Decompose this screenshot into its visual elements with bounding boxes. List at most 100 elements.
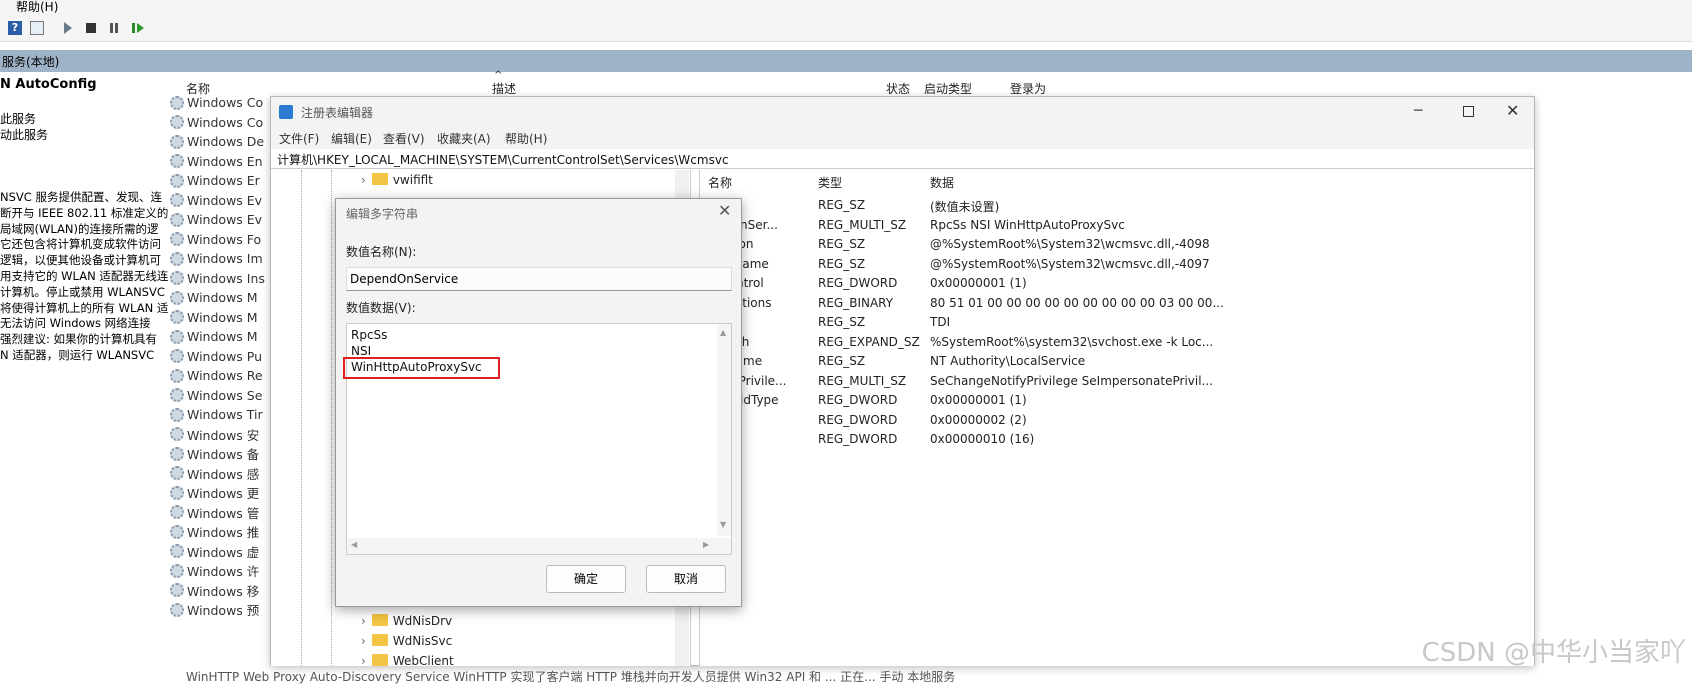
scroll-up-icon[interactable]: ▲ (720, 328, 726, 337)
maximize-icon[interactable] (1463, 106, 1474, 117)
service-row[interactable]: Windows 虚 (170, 542, 259, 561)
service-row[interactable]: Windows M (170, 327, 258, 346)
value-data: SeChangeNotifyPrivilege SeImpersonatePri… (930, 374, 1213, 388)
service-row[interactable]: Windows De (170, 132, 264, 151)
ok-button[interactable]: 确定 (546, 565, 626, 593)
scroll-left-icon[interactable]: ◀ (351, 540, 357, 549)
pause-icon[interactable] (110, 23, 113, 33)
service-row[interactable]: Windows Pu (170, 347, 262, 366)
value-data-textarea[interactable]: RpcSs NSI WinHttpAutoProxySvc ▲ ▼ ◀ ▶ (346, 323, 732, 555)
registry-value-row[interactable]: upREG_SZTDI (700, 312, 1535, 333)
service-row[interactable]: Windows 许 (170, 561, 259, 580)
service-row[interactable]: Windows 更 (170, 483, 259, 502)
service-row[interactable]: Windows M (170, 308, 258, 327)
scroll-right-icon[interactable]: ▶ (703, 540, 709, 549)
value-data: 0x00000001 (1) (930, 276, 1027, 290)
col-value-data[interactable]: 数据 (930, 174, 954, 191)
dialog-close-icon[interactable]: ✕ (718, 201, 731, 220)
service-row[interactable]: Windows Co (170, 93, 263, 112)
col-logon[interactable]: 登录为 (1010, 80, 1046, 97)
menu-help[interactable]: 帮助(H) (505, 130, 547, 147)
action-stop[interactable]: 此服务 (0, 110, 36, 127)
restart-icon[interactable] (137, 23, 144, 33)
registry-value-row[interactable]: ureActionsREG_BINARY80 51 01 00 00 00 00… (700, 293, 1535, 314)
service-row[interactable]: Windows M (170, 288, 258, 307)
menu-view[interactable]: 查看(V) (383, 130, 425, 147)
menu-favorites[interactable]: 收藏夹(A) (437, 130, 491, 147)
service-detail-pane: N AutoConfig 此服务 动此服务 NSVC 服务提供配置、发现、连断开… (0, 72, 168, 677)
menu-file[interactable]: 文件(F) (279, 130, 319, 147)
restart-bar-icon[interactable] (132, 23, 135, 33)
scroll-down-icon[interactable]: ▼ (720, 520, 726, 529)
address-bar[interactable]: 计算机\HKEY_LOCAL_MACHINE\SYSTEM\CurrentCon… (271, 149, 1534, 169)
service-row[interactable]: Windows Se (170, 386, 262, 405)
value-name-field[interactable]: DependOnService (346, 267, 732, 291)
registry-value-row[interactable]: tREG_DWORD0x00000002 (2) (700, 410, 1535, 431)
action-restart[interactable]: 动此服务 (0, 126, 48, 143)
col-value-name[interactable]: 名称 (708, 174, 732, 191)
registry-value-row[interactable]: criptionREG_SZ@%SystemRoot%\System32\wcm… (700, 234, 1535, 255)
service-row[interactable]: Windows En (170, 152, 263, 171)
service-row[interactable]: Windows 预 (170, 600, 259, 619)
gear-icon (170, 349, 184, 363)
gear-icon (170, 408, 184, 422)
registry-value-row[interactable]: 认)REG_SZ(数值未设置) (700, 195, 1535, 216)
description-line: NSVC 服务提供配置、发现、连 (0, 190, 168, 206)
close-icon[interactable]: ✕ (1506, 101, 1519, 120)
service-row[interactable]: Windows Er (170, 171, 260, 190)
vertical-scrollbar[interactable]: ▲ ▼ (717, 324, 731, 536)
menu-edit[interactable]: 编辑(E) (331, 130, 372, 147)
registry-value-row[interactable]: uiredPrivile...REG_MULTI_SZSeChangeNotif… (700, 371, 1535, 392)
cancel-button[interactable]: 取消 (646, 565, 726, 593)
service-row[interactable]: Windows Im (170, 249, 263, 268)
service-row[interactable]: Windows 备 (170, 444, 259, 463)
service-row[interactable]: Windows 推 (170, 522, 259, 541)
value-type: REG_BINARY (818, 296, 893, 310)
minimize-icon[interactable]: ─ (1414, 103, 1422, 119)
registry-value-row[interactable]: playNameREG_SZ@%SystemRoot%\System32\wcm… (700, 254, 1535, 275)
service-row[interactable]: Windows Re (170, 366, 263, 385)
service-row[interactable]: Windows Tir (170, 405, 263, 424)
registry-value-row[interactable]: gePathREG_EXPAND_SZ%SystemRoot%\system32… (700, 332, 1535, 353)
registry-value-row[interactable]: endOnSer...REG_MULTI_SZRpcSs NSI WinHttp… (700, 215, 1535, 236)
tree-node-webclient[interactable]: ›WebClient (361, 654, 454, 668)
description-line: 它还包含将计算机变成软件访问 (0, 237, 168, 253)
col-status[interactable]: 状态 (886, 80, 910, 97)
col-startup[interactable]: 启动类型 (924, 80, 972, 97)
service-row[interactable]: Windows Ev (170, 210, 262, 229)
value-type: REG_MULTI_SZ (818, 374, 906, 388)
regedit-title: 注册表编辑器 (301, 104, 373, 121)
service-row[interactable]: Windows 移 (170, 581, 259, 600)
tree-node-wdnissvc[interactable]: ›WdNisSvc (361, 634, 452, 648)
gear-icon (170, 505, 184, 519)
service-row[interactable]: Windows 管 (170, 503, 259, 522)
services-header: 服务(本地) (0, 50, 1692, 72)
start-icon[interactable] (64, 22, 72, 34)
service-row[interactable]: Windows Ins (170, 269, 265, 288)
service-row[interactable]: Windows 感 (170, 464, 259, 483)
watermark: CSDN @中华小当家吖 (1422, 632, 1686, 669)
description-line: 断开与 IEEE 802.11 标准定义的 (0, 206, 168, 222)
service-row[interactable]: Windows 安 (170, 425, 259, 444)
service-row[interactable]: Windows Fo (170, 230, 261, 249)
horizontal-scrollbar[interactable]: ◀ ▶ (347, 538, 731, 554)
help-icon[interactable]: ? (8, 21, 22, 35)
registry-value-row[interactable]: ectNameREG_SZNT Authority\LocalService (700, 351, 1535, 372)
registry-value-row[interactable]: eREG_DWORD0x00000010 (16) (700, 429, 1535, 450)
stop-icon[interactable] (86, 23, 96, 33)
tree-node-vwififlt[interactable]: ›vwififlt (361, 173, 433, 187)
console-icon[interactable] (30, 21, 44, 35)
gear-icon (170, 486, 184, 500)
service-row[interactable]: Windows Ev (170, 191, 262, 210)
registry-value-row[interactable]: orControlREG_DWORD0x00000001 (1) (700, 273, 1535, 294)
service-row[interactable]: Windows Co (170, 113, 263, 132)
tree-node-wdnisdrv[interactable]: ›WdNisDrv (361, 614, 452, 628)
col-desc[interactable]: 描述 (492, 80, 516, 97)
col-value-type[interactable]: 类型 (818, 174, 842, 191)
value-type: REG_DWORD (818, 393, 897, 407)
menu-help[interactable]: 帮助(H) (16, 0, 58, 15)
services-menu-bar: 帮助(H) (0, 0, 1692, 14)
gear-icon (170, 291, 184, 305)
value-type: REG_DWORD (818, 432, 897, 446)
registry-value-row[interactable]: viceSidTypeREG_DWORD0x00000001 (1) (700, 390, 1535, 411)
